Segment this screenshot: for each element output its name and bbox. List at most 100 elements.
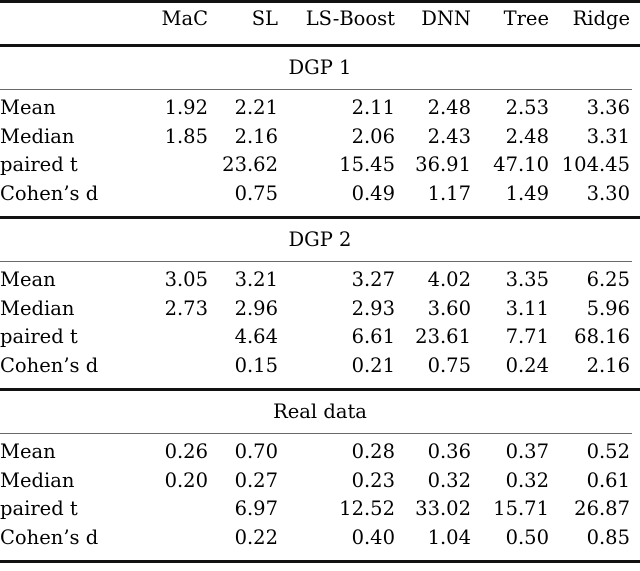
cell-dnn: 1.04 [395, 528, 471, 557]
cell-tree: 0.24 [471, 356, 549, 385]
cell-tree: 15.71 [471, 499, 549, 528]
cell-dnn: 2.48 [395, 98, 471, 127]
cell-mac: 0.26 [138, 442, 208, 471]
table-row: Cohen’s d0.750.491.171.493.30 [0, 184, 640, 213]
section-banner-row: DGP 1 [0, 58, 640, 89]
row-label: paired t [0, 499, 138, 528]
results-table: MaC SL LS-Boost DNN Tree Ridge DGP 1Mean… [0, 0, 640, 571]
cell-mac [138, 155, 208, 184]
cell-tree: 2.48 [471, 127, 549, 156]
cell-sl: 2.16 [208, 127, 278, 156]
column-header-mac: MaC [138, 9, 208, 46]
cell-sl: 0.15 [208, 356, 278, 385]
cell-ridge: 0.85 [549, 528, 640, 557]
table-row: Cohen’s d0.150.210.750.242.16 [0, 356, 640, 385]
row-label: Median [0, 127, 138, 156]
cell-dnn: 0.36 [395, 442, 471, 471]
cell-lsboost: 0.49 [278, 184, 395, 213]
row-label: Mean [0, 270, 138, 299]
column-header-label [0, 9, 138, 46]
cell-mac [138, 327, 208, 356]
cell-tree: 0.37 [471, 442, 549, 471]
cell-ridge: 6.25 [549, 270, 640, 299]
cell-mac: 1.92 [138, 98, 208, 127]
cell-sl: 0.22 [208, 528, 278, 557]
thin-rule [0, 261, 632, 262]
cell-lsboost: 2.11 [278, 98, 395, 127]
thin-rule [0, 433, 632, 434]
cell-ridge: 3.31 [549, 127, 640, 156]
cell-dnn: 0.75 [395, 356, 471, 385]
cell-sl: 2.96 [208, 299, 278, 328]
cell-mac: 1.85 [138, 127, 208, 156]
cell-tree: 0.50 [471, 528, 549, 557]
cell-sl: 3.21 [208, 270, 278, 299]
section-banner-row: Real data [0, 402, 640, 433]
cell-lsboost: 0.28 [278, 442, 395, 471]
cell-tree: 3.11 [471, 299, 549, 328]
cell-lsboost: 3.27 [278, 270, 395, 299]
table-row: paired t6.9712.5233.0215.7126.87 [0, 499, 640, 528]
cell-dnn: 3.60 [395, 299, 471, 328]
cell-dnn: 36.91 [395, 155, 471, 184]
row-label: Cohen’s d [0, 528, 138, 557]
cell-dnn: 4.02 [395, 270, 471, 299]
cell-lsboost: 15.45 [278, 155, 395, 184]
row-label: Mean [0, 98, 138, 127]
cell-sl: 4.64 [208, 327, 278, 356]
cell-ridge: 68.16 [549, 327, 640, 356]
row-label: paired t [0, 155, 138, 184]
cell-lsboost: 12.52 [278, 499, 395, 528]
column-header-lsboost: LS-Boost [278, 9, 395, 46]
cell-tree: 3.35 [471, 270, 549, 299]
cell-lsboost: 2.93 [278, 299, 395, 328]
cell-lsboost: 0.40 [278, 528, 395, 557]
cell-dnn: 1.17 [395, 184, 471, 213]
cell-mac [138, 499, 208, 528]
table-row: Median0.200.270.230.320.320.61 [0, 471, 640, 500]
cell-sl: 6.97 [208, 499, 278, 528]
table-row: Mean3.053.213.274.023.356.25 [0, 270, 640, 299]
cell-dnn: 0.32 [395, 471, 471, 500]
table-row: paired t4.646.6123.617.7168.16 [0, 327, 640, 356]
table-row: Mean0.260.700.280.360.370.52 [0, 442, 640, 471]
cell-sl: 0.70 [208, 442, 278, 471]
row-label: Cohen’s d [0, 356, 138, 385]
cell-mac [138, 356, 208, 385]
results-table-container: MaC SL LS-Boost DNN Tree Ridge DGP 1Mean… [0, 0, 640, 512]
table-row: paired t 23.6215.4536.9147.10104.45 [0, 155, 640, 184]
cell-ridge: 3.30 [549, 184, 640, 213]
row-label: Cohen’s d [0, 184, 138, 213]
row-label: Mean [0, 442, 138, 471]
section-title: DGP 1 [0, 58, 640, 89]
table-row: Mean1.922.212.112.482.533.36 [0, 98, 640, 127]
section-title: Real data [0, 402, 640, 433]
section-title: DGP 2 [0, 230, 640, 261]
cell-tree: 0.32 [471, 471, 549, 500]
cell-sl: 0.27 [208, 471, 278, 500]
cell-tree: 47.10 [471, 155, 549, 184]
row-label: Median [0, 471, 138, 500]
cell-sl: 0.75 [208, 184, 278, 213]
column-header-dnn: DNN [395, 9, 471, 46]
cell-dnn: 23.61 [395, 327, 471, 356]
cell-dnn: 33.02 [395, 499, 471, 528]
cell-tree: 7.71 [471, 327, 549, 356]
cell-sl: 23.62 [208, 155, 278, 184]
table-row: Median1.852.162.062.432.483.31 [0, 127, 640, 156]
cell-mac: 2.73 [138, 299, 208, 328]
table-row: Median2.732.962.933.603.115.96 [0, 299, 640, 328]
rule-bottom [0, 562, 640, 571]
table-row: Cohen’s d 0.220.401.040.500.85 [0, 528, 640, 557]
section-banner-row: DGP 2 [0, 230, 640, 261]
cell-ridge: 0.52 [549, 442, 640, 471]
cell-lsboost: 0.21 [278, 356, 395, 385]
cell-dnn: 2.43 [395, 127, 471, 156]
cell-ridge: 104.45 [549, 155, 640, 184]
row-label: Median [0, 299, 138, 328]
cell-mac [138, 184, 208, 213]
cell-lsboost: 0.23 [278, 471, 395, 500]
row-label: paired t [0, 327, 138, 356]
cell-tree: 2.53 [471, 98, 549, 127]
cell-sl: 2.21 [208, 98, 278, 127]
